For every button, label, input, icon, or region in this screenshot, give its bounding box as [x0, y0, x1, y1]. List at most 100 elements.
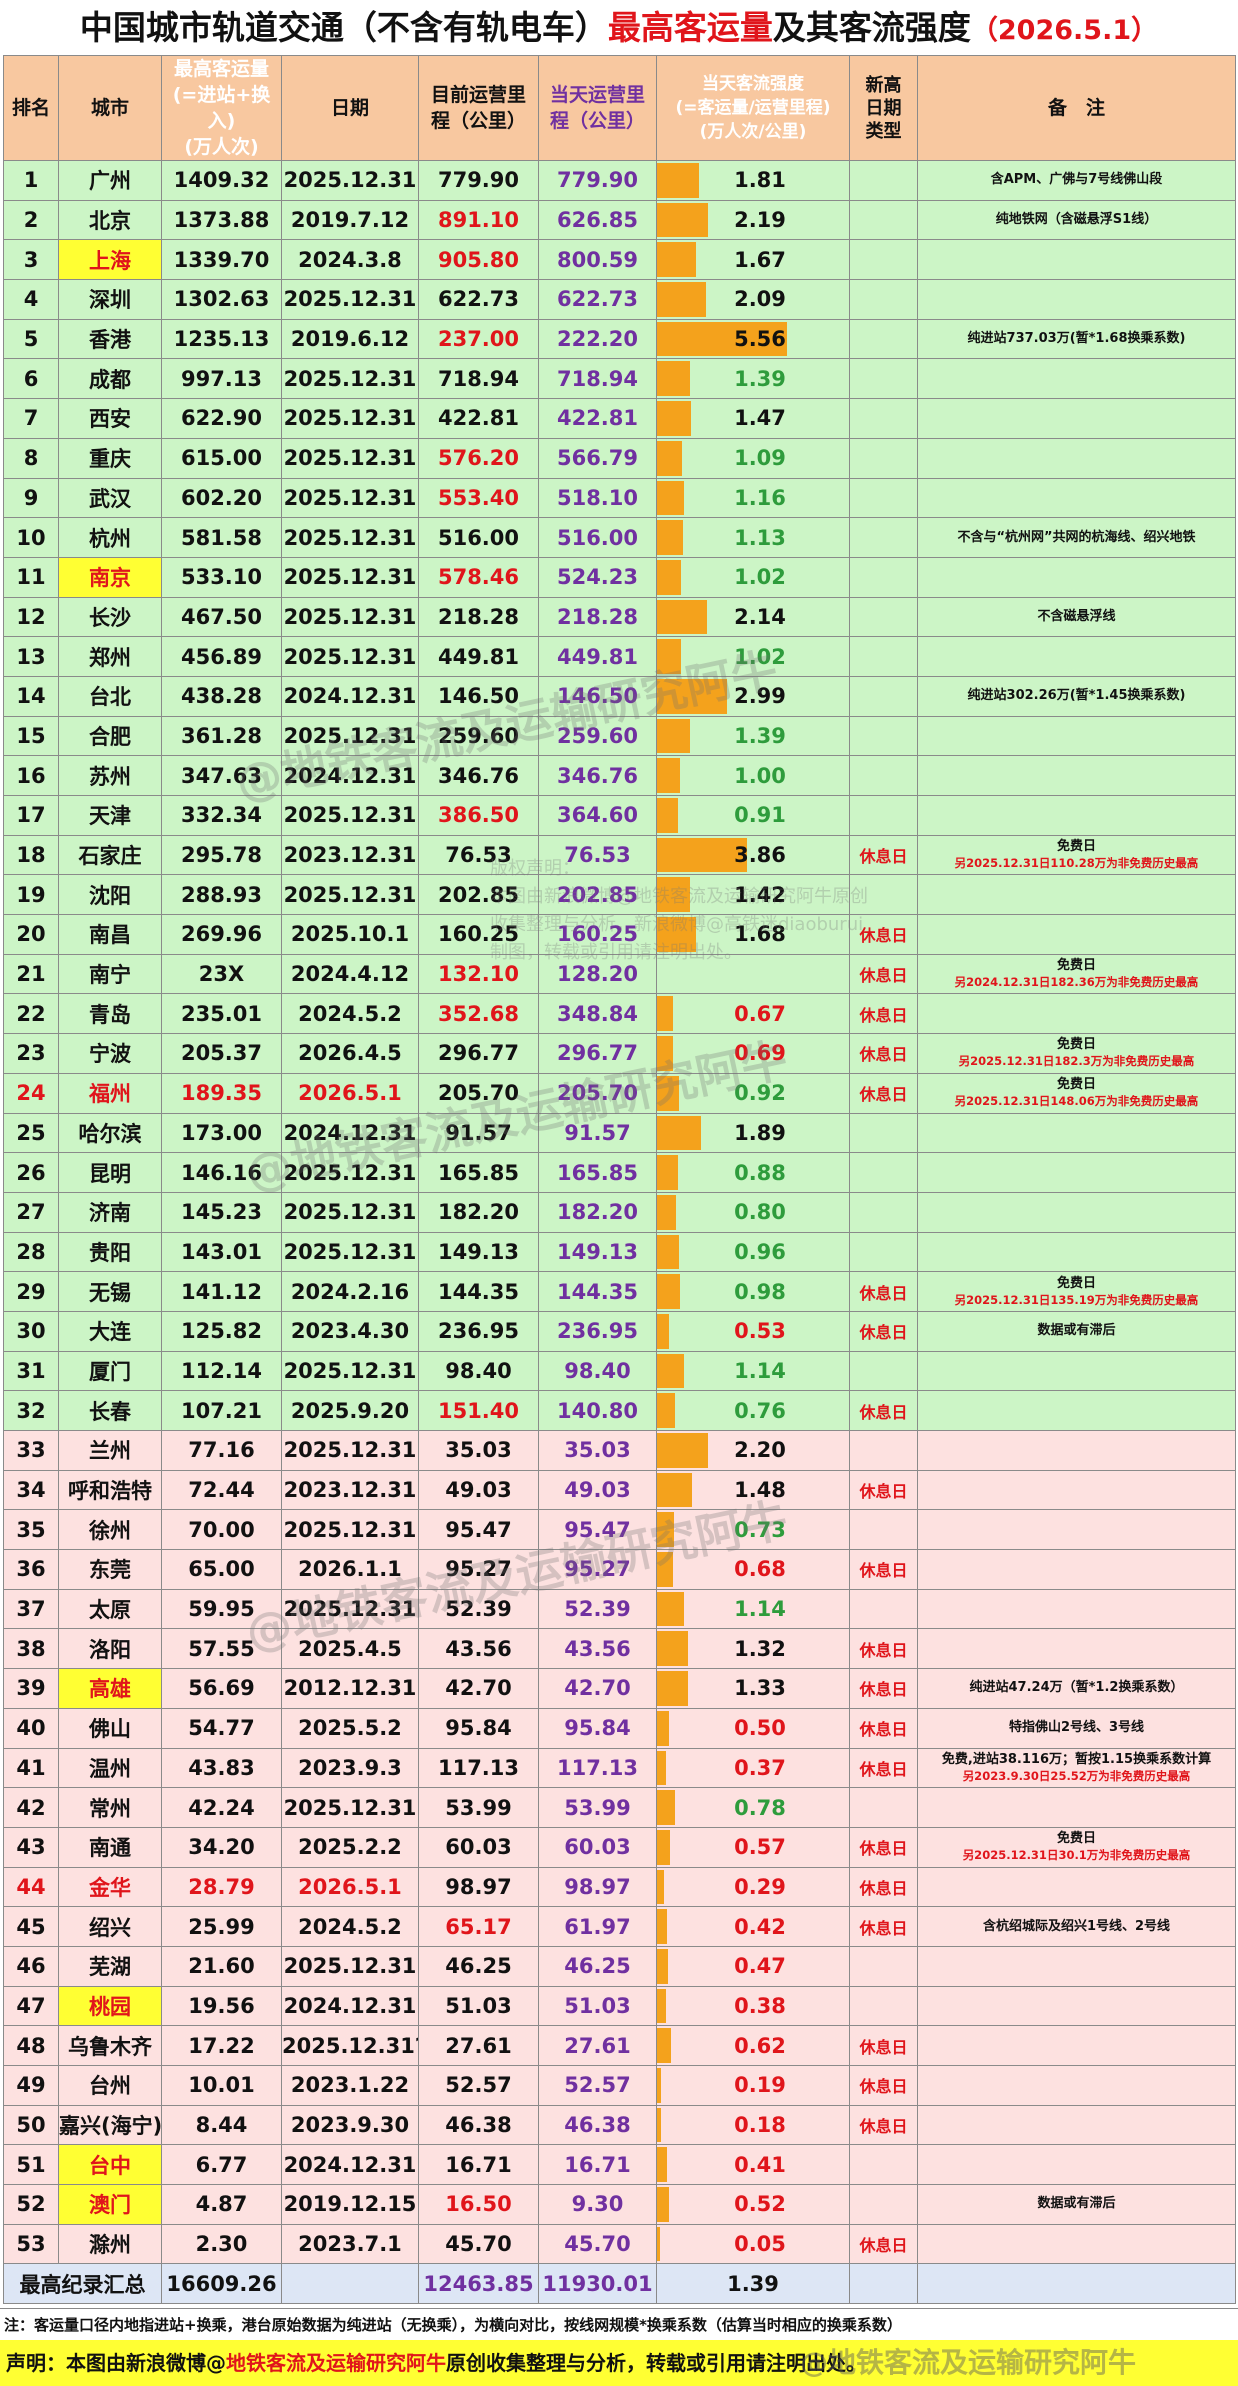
- intensity-value: 0.37: [734, 1755, 786, 1780]
- table-row: 34 呼和浩特 72.44 2023.12.31 49.03 49.03 1.48 休息日: [3, 1469, 1236, 1511]
- intensity-cell: 0.69: [656, 1033, 850, 1074]
- table-row: 29 无锡 141.12 2024.2.16 144.35 144.35 0.98 休息日 免费…: [3, 1271, 1236, 1312]
- intensity-value: 0.05: [734, 2232, 786, 2257]
- intensity-value: 0.98: [734, 1279, 786, 1304]
- length-day-cell: 346.76: [538, 755, 657, 796]
- table-row: 52 澳门 4.87 2019.12.15 16.50 9.30 0.52 数据或有滞后: [3, 2184, 1236, 2225]
- type-cell: 休息日: [849, 2025, 918, 2066]
- type-cell: 休息日: [849, 834, 918, 876]
- length-cell: 905.80: [418, 239, 539, 281]
- rank-cell: 14: [3, 675, 59, 717]
- length-cell: 49.03: [418, 1469, 539, 1511]
- table-row: 5 香港 1235.13 2019.6.12 237.00 222.20 5.56 纯进站73…: [3, 318, 1236, 360]
- peak-cell: 997.13: [161, 358, 282, 400]
- length-cell: 622.73: [418, 279, 539, 320]
- intensity-cell: 0.05: [656, 2223, 850, 2265]
- length-cell: 202.85: [418, 874, 539, 916]
- rank-cell: 48: [3, 2025, 59, 2066]
- date-cell: 2026.1.1: [281, 1549, 419, 1590]
- type-cell: 休息日: [849, 993, 918, 1035]
- date-cell: 2024.5.2: [281, 993, 419, 1035]
- rank-cell: 25: [3, 1112, 59, 1154]
- length-day-cell: 35.03: [538, 1430, 657, 1471]
- length-day-cell: 27.61: [538, 2025, 657, 2066]
- length-cell: 182.20: [418, 1191, 539, 1233]
- type-cell: 休息日: [849, 2104, 918, 2146]
- table-row: 30 大连 125.82 2023.4.30 236.95 236.95 0.53 休息日 数据…: [3, 1310, 1236, 1352]
- length-day-cell: 98.40: [538, 1350, 657, 1392]
- intensity-value: 1.02: [734, 565, 786, 590]
- length-cell: 46.38: [418, 2104, 539, 2146]
- table-row: 44 金华 28.79 2026.5.1 98.97 98.97 0.29 休息日: [3, 1866, 1236, 1908]
- note-cell: 免费日 另2024.12.31日182.36万为非免费历史最高: [917, 953, 1236, 995]
- rank-cell: 33: [3, 1430, 59, 1471]
- length-day-cell: 53.99: [538, 1787, 657, 1828]
- intensity-cell: 1.13: [656, 517, 850, 558]
- type-cell: [849, 1231, 918, 1273]
- city-cell: 南京: [58, 556, 162, 598]
- intensity-value: 3.86: [734, 843, 786, 868]
- length-cell: 117.13: [418, 1747, 539, 1789]
- length-cell: 236.95: [418, 1310, 539, 1352]
- type-cell: [849, 675, 918, 717]
- length-day-cell: 165.85: [538, 1152, 657, 1193]
- note-cell: 数据或有滞后: [917, 1310, 1236, 1352]
- rank-cell: 1: [3, 160, 59, 201]
- rank-cell: 47: [3, 1985, 59, 2027]
- city-cell: 宁波: [58, 1033, 162, 1074]
- length-cell: 422.81: [418, 398, 539, 439]
- summary-date: [281, 2263, 419, 2305]
- intensity-cell: 1.47: [656, 398, 850, 439]
- length-cell: 95.27: [418, 1549, 539, 1590]
- type-cell: [849, 318, 918, 360]
- intensity-value: 1.00: [734, 763, 786, 788]
- table-row: 35 徐州 70.00 2025.12.31 95.47 95.47 0.73: [3, 1509, 1236, 1551]
- length-cell: 95.84: [418, 1707, 539, 1749]
- peak-cell: 42.24: [161, 1787, 282, 1828]
- date-cell: 2025.12.31: [281, 398, 419, 439]
- intensity-cell: 1.32: [656, 1628, 850, 1670]
- table-row: 41 温州 43.83 2023.9.3 117.13 117.13 0.37 休息日 免费,进…: [3, 1747, 1236, 1789]
- type-cell: [849, 1152, 918, 1193]
- rank-cell: 15: [3, 715, 59, 757]
- note-secondary: 另2025.12.31日30.1万为非免费历史最高: [962, 1848, 1191, 1863]
- note-cell: [917, 1390, 1236, 1431]
- type-cell: [849, 715, 918, 757]
- note-cell: 免费日 另2025.12.31日148.06万为非免费历史最高: [917, 1072, 1236, 1114]
- note-cell: [917, 1985, 1236, 2027]
- type-cell: [849, 437, 918, 479]
- header-intensity: 当天客流强度 (=客运量/运营里程) (万人次/公里): [656, 55, 850, 161]
- type-cell: 休息日: [849, 1033, 918, 1074]
- intensity-value: 0.73: [734, 1517, 786, 1542]
- note-cell: [917, 2144, 1236, 2186]
- length-cell: 146.50: [418, 675, 539, 717]
- peak-cell: 467.50: [161, 596, 282, 638]
- length-day-cell: 566.79: [538, 437, 657, 479]
- length-cell: 346.76: [418, 755, 539, 796]
- length-day-cell: 91.57: [538, 1112, 657, 1154]
- date-cell: 2024.4.12: [281, 953, 419, 995]
- note-cell: [917, 556, 1236, 598]
- length-day-cell: 45.70: [538, 2223, 657, 2265]
- intensity-cell: 1.00: [656, 755, 850, 796]
- intensity-value: 1.89: [734, 1120, 786, 1145]
- peak-cell: 1235.13: [161, 318, 282, 360]
- intensity-value: 0.47: [734, 1954, 786, 1979]
- peak-cell: 77.16: [161, 1430, 282, 1471]
- intensity-value: 0.62: [734, 2033, 786, 2058]
- length-cell: 65.17: [418, 1906, 539, 1947]
- rank-cell: 27: [3, 1191, 59, 1233]
- length-day-cell: 218.28: [538, 596, 657, 638]
- note-cell: [917, 1866, 1236, 1908]
- type-cell: [849, 2144, 918, 2186]
- length-day-cell: 95.47: [538, 1509, 657, 1551]
- rank-cell: 20: [3, 914, 59, 955]
- intensity-cell: 0.57: [656, 1826, 850, 1868]
- date-cell: 2025.12.31: [281, 636, 419, 677]
- date-cell: 2025.12.31: [281, 1231, 419, 1273]
- peak-cell: 56.69: [161, 1668, 282, 1709]
- date-cell: 2024.12.31: [281, 1112, 419, 1154]
- title-date: （2026.5.1）: [970, 15, 1159, 46]
- city-cell: 石家庄: [58, 834, 162, 876]
- note-cell: [917, 1588, 1236, 1630]
